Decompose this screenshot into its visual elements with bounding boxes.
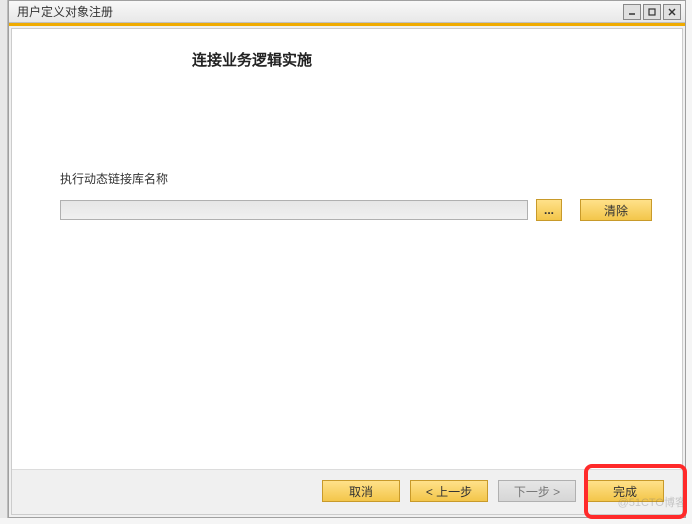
finish-button[interactable]: 完成	[586, 480, 664, 502]
minimize-icon	[627, 7, 637, 17]
accent-bar	[9, 23, 685, 26]
dll-path-input[interactable]	[60, 200, 528, 220]
window-controls	[623, 4, 681, 20]
left-edge-strip	[0, 0, 8, 518]
browse-button[interactable]: ...	[536, 199, 562, 221]
close-icon	[667, 7, 677, 17]
dialog-window: 用户定义对象注册 连接业务逻辑实施 执行动态链接库名称 ... 清除	[8, 0, 686, 518]
footer-buttons: 取消 < 上一步 下一步 > 完成	[12, 469, 682, 514]
clear-button[interactable]: 清除	[580, 199, 652, 221]
dll-form-row: 执行动态链接库名称 ... 清除	[60, 170, 652, 221]
cancel-button[interactable]: 取消	[322, 480, 400, 502]
page-heading: 连接业务逻辑实施	[192, 49, 682, 70]
maximize-icon	[647, 7, 657, 17]
content-spacer	[12, 221, 682, 469]
dll-input-row: ... 清除	[60, 199, 652, 221]
titlebar: 用户定义对象注册	[9, 1, 685, 23]
next-button: 下一步 >	[498, 480, 576, 502]
maximize-button[interactable]	[643, 4, 661, 20]
content-area: 连接业务逻辑实施 执行动态链接库名称 ... 清除 取消 < 上一步 下一步 >…	[11, 28, 683, 515]
close-button[interactable]	[663, 4, 681, 20]
dll-field-label: 执行动态链接库名称	[60, 170, 652, 187]
window-title: 用户定义对象注册	[13, 3, 623, 20]
minimize-button[interactable]	[623, 4, 641, 20]
back-button[interactable]: < 上一步	[410, 480, 488, 502]
